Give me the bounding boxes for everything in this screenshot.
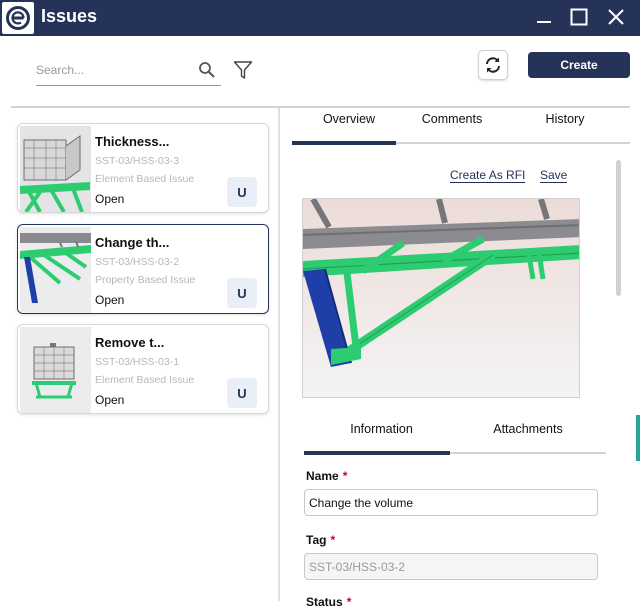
issue-thumbnail xyxy=(20,126,91,212)
save-link[interactable]: Save xyxy=(540,168,568,183)
sync-icon xyxy=(486,57,500,73)
required-mark: * xyxy=(346,595,352,609)
status-label: Status * xyxy=(306,595,352,609)
tab-overview[interactable]: Overview xyxy=(292,112,406,134)
tab-active-indicator xyxy=(292,141,396,145)
issue-tag: SST-03/HSS-03-1 xyxy=(95,356,180,368)
required-mark: * xyxy=(342,469,348,483)
detail-scrollbar[interactable] xyxy=(616,160,621,296)
tag-label: Tag * xyxy=(306,533,336,547)
create-button[interactable]: Create xyxy=(528,52,630,78)
tab-comments[interactable]: Comments xyxy=(396,112,508,134)
issue-type: Property Based Issue xyxy=(95,274,196,286)
issue-tag: SST-03/HSS-03-3 xyxy=(95,155,180,167)
search-icon[interactable] xyxy=(198,61,216,79)
subtab-active-indicator xyxy=(304,451,450,455)
issue-tag: SST-03/HSS-03-2 xyxy=(95,256,180,268)
minimize-icon xyxy=(537,21,551,23)
issue-thumbnail xyxy=(20,227,91,313)
search-input[interactable] xyxy=(36,60,191,80)
issue-type: Element Based Issue xyxy=(95,173,195,185)
issue-title: Change th... xyxy=(95,235,170,250)
issue-card[interactable]: Remove t... SST-03/HSS-03-1 Element Base… xyxy=(17,324,269,414)
assignee-avatar[interactable]: U xyxy=(227,177,257,207)
issue-preview-image xyxy=(302,198,580,398)
filter-icon[interactable] xyxy=(233,60,253,80)
required-mark: * xyxy=(330,533,336,547)
app-logo-icon xyxy=(6,6,30,30)
tab-information[interactable]: Information xyxy=(304,422,459,436)
panel-divider xyxy=(278,108,280,601)
app-logo xyxy=(2,2,34,34)
header-divider xyxy=(11,106,630,108)
minimize-button[interactable] xyxy=(531,4,557,30)
issue-card[interactable]: Thickness... SST-03/HSS-03-3 Element Bas… xyxy=(17,123,269,213)
assignee-avatar[interactable]: U xyxy=(227,278,257,308)
assignee-avatar[interactable]: U xyxy=(227,378,257,408)
title-bar: Issues xyxy=(0,0,640,36)
issue-title: Thickness... xyxy=(95,134,170,149)
maximize-icon xyxy=(570,8,588,26)
close-button[interactable] xyxy=(603,4,629,30)
issue-status: Open xyxy=(95,192,125,206)
create-rfi-link[interactable]: Create As RFI xyxy=(450,168,526,183)
issue-title: Remove t... xyxy=(95,335,165,350)
tab-attachments[interactable]: Attachments xyxy=(450,422,606,436)
tab-history[interactable]: History xyxy=(508,112,622,134)
maximize-button[interactable] xyxy=(566,4,592,30)
search-box xyxy=(36,56,221,86)
close-icon xyxy=(608,9,624,25)
name-input[interactable] xyxy=(304,489,598,516)
issue-thumbnail xyxy=(20,327,91,413)
name-label: Name * xyxy=(306,469,348,483)
issue-status: Open xyxy=(95,293,125,307)
tag-input[interactable] xyxy=(304,553,598,580)
window-title: Issues xyxy=(41,6,98,26)
issue-type: Element Based Issue xyxy=(95,374,195,386)
side-edge-tab xyxy=(636,415,640,461)
sync-button[interactable] xyxy=(478,50,508,80)
issue-card-selected[interactable]: Change th... SST-03/HSS-03-2 Property Ba… xyxy=(17,224,269,314)
issue-status: Open xyxy=(95,393,125,407)
